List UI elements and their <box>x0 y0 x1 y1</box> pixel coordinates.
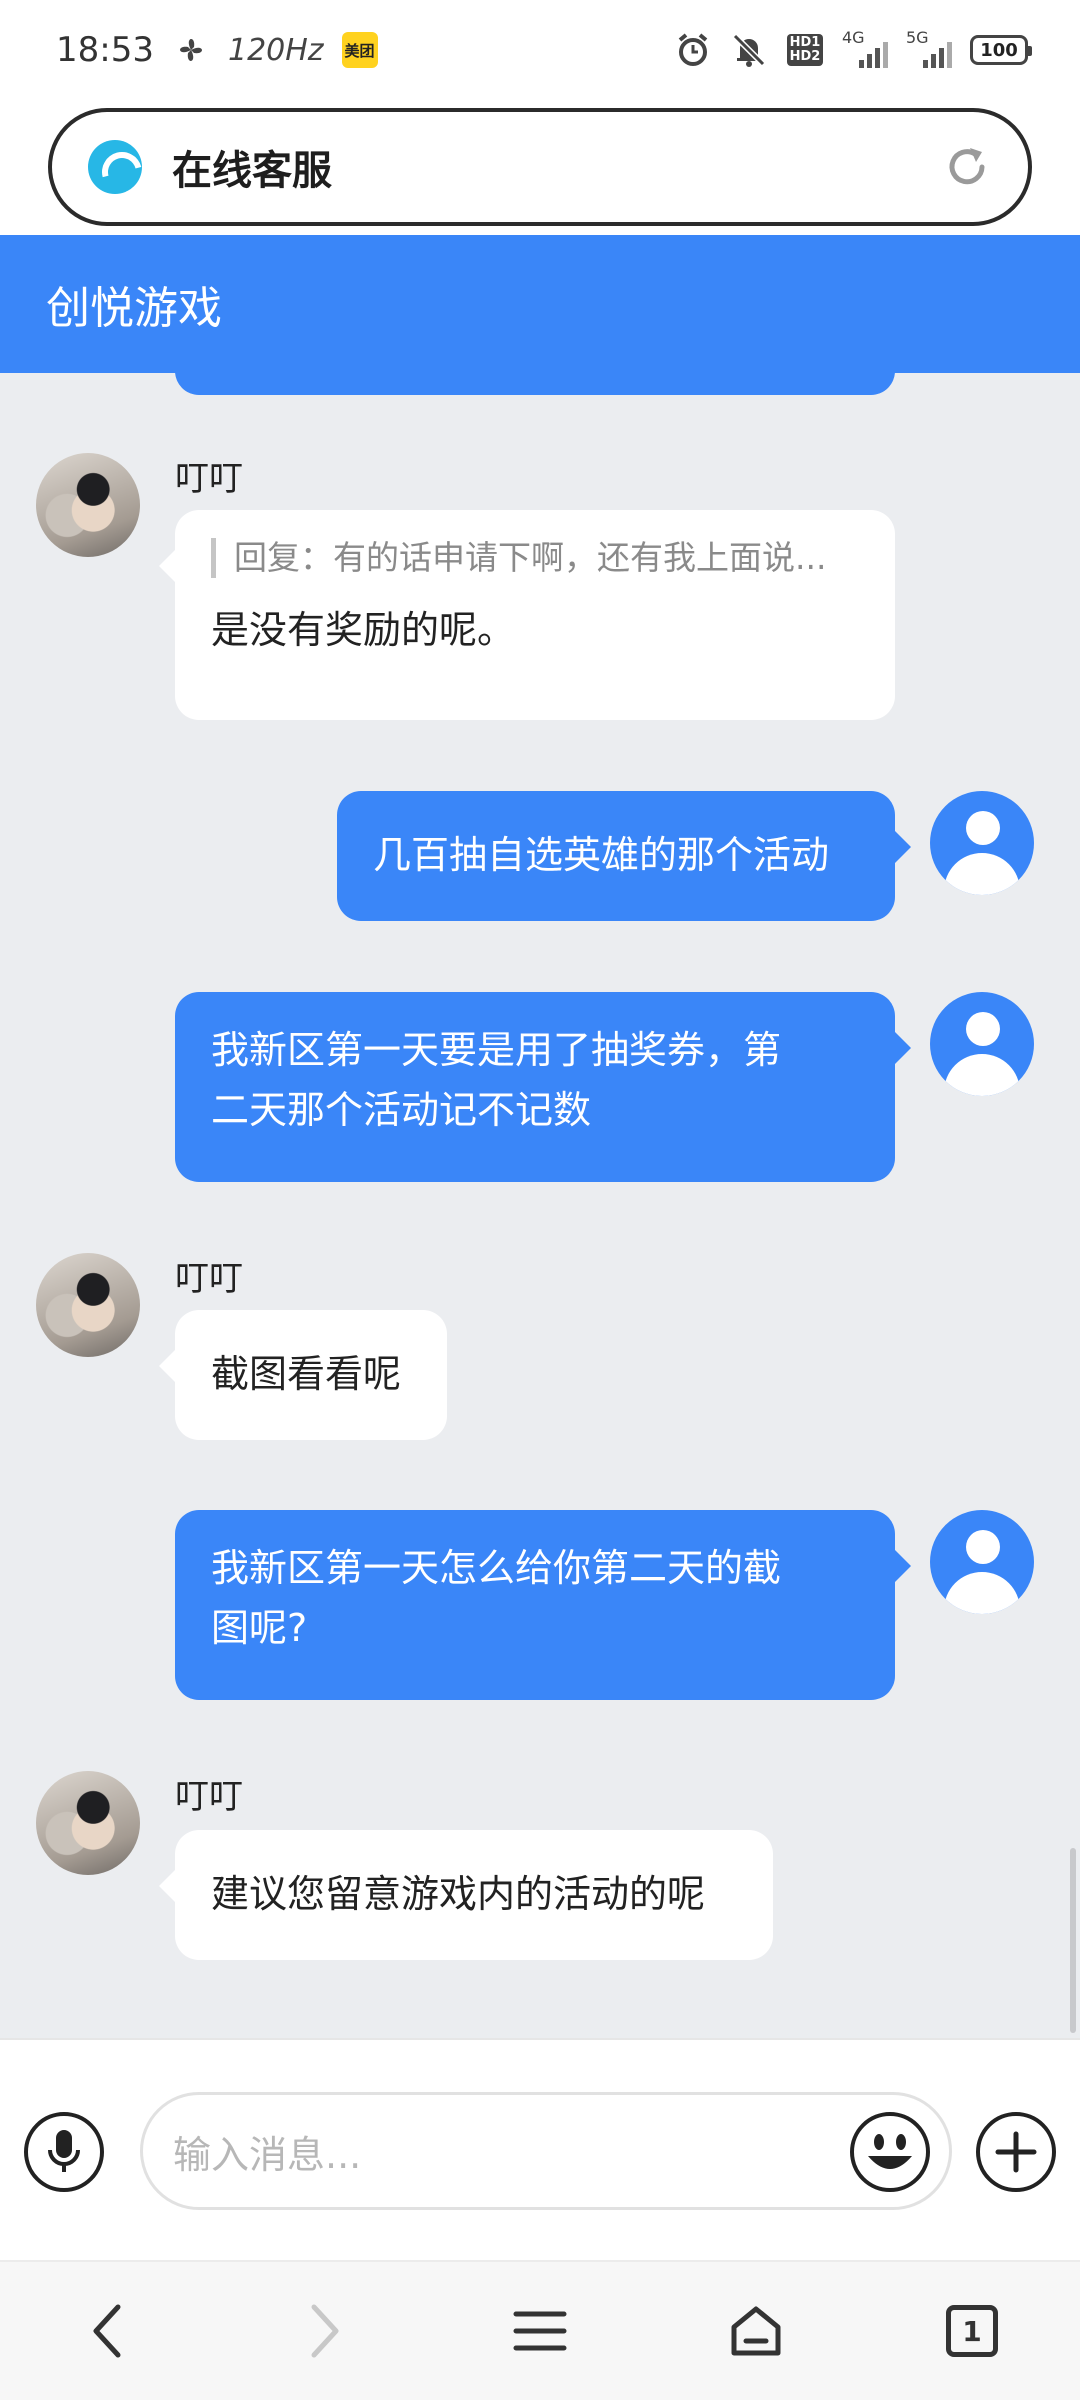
user-avatar[interactable] <box>930 791 1034 895</box>
message-text-line: 二天那个活动记不记数 <box>211 1088 592 1132</box>
forward-arrow-icon <box>311 2304 339 2358</box>
chat-message-list[interactable]: 叮叮 回复：有的话申请下啊，还有我上面说... 是没有奖励的呢。 几百抽自选英雄… <box>0 373 1080 2038</box>
status-bar: 18:53 120Hz 美团 HD1 HD2 4G 5G 100 <box>0 0 1080 100</box>
smiley-icon <box>868 2134 912 2169</box>
message-text: 建议您留意游戏内的活动的呢 <box>211 1872 706 1916</box>
message-bubble[interactable]: 截图看看呢 <box>159 1310 447 1440</box>
tab-count: 1 <box>946 2305 998 2357</box>
message-bubble[interactable]: 建议您留意游戏内的活动的呢 <box>159 1830 773 1960</box>
scrollbar[interactable] <box>1070 1848 1076 2033</box>
mute-bell-icon <box>730 31 768 69</box>
message-bubble[interactable]: 我新区第一天要是用了抽奖券，第 二天那个活动记不记数 <box>175 992 911 1182</box>
sender-name: 叮叮 <box>175 459 243 499</box>
signal-5g-icon: 5G <box>906 28 952 70</box>
browser-toolbar: 在线客服 <box>0 100 1080 235</box>
message-text-line: 我新区第一天要是用了抽奖券，第 <box>211 1028 782 1072</box>
message-bubble[interactable]: 我新区第一天怎么给你第二天的截 图呢? <box>175 1510 911 1700</box>
agent-avatar[interactable] <box>36 1253 140 1357</box>
plus-icon <box>995 2131 1037 2173</box>
message-text: 几百抽自选英雄的那个活动 <box>373 833 830 877</box>
refresh-icon[interactable] <box>942 142 992 192</box>
battery-icon: 100 <box>970 35 1032 65</box>
home-icon <box>731 2306 781 2356</box>
meituan-icon: 美团 <box>341 32 378 68</box>
message-text: 截图看看呢 <box>211 1352 402 1396</box>
tabs-button[interactable]: 1 <box>927 2286 1017 2376</box>
home-button[interactable] <box>711 2286 801 2376</box>
header-title: 创悦游戏 <box>46 283 222 334</box>
sender-name: 叮叮 <box>175 1259 243 1299</box>
refresh-rate: 120Hz <box>227 32 324 68</box>
forward-button[interactable] <box>279 2286 369 2376</box>
message-text-line: 图呢? <box>211 1606 308 1650</box>
voice-input-button[interactable] <box>24 2112 104 2192</box>
reply-quote: 回复：有的话申请下啊，还有我上面说... <box>211 538 859 578</box>
message-bubble[interactable]: 回复：有的话申请下啊，还有我上面说... 是没有奖励的呢。 <box>159 510 895 720</box>
message-input[interactable]: 输入消息... <box>140 2092 952 2210</box>
menu-button[interactable] <box>495 2286 585 2376</box>
emoji-button[interactable] <box>850 2112 930 2192</box>
hd-icon: HD1 HD2 <box>786 31 824 69</box>
user-avatar[interactable] <box>930 1510 1034 1614</box>
back-button[interactable] <box>63 2286 153 2376</box>
site-logo-icon <box>88 140 142 194</box>
input-placeholder: 输入消息... <box>173 2132 362 2177</box>
chat-header: 创悦游戏 <box>0 235 1080 373</box>
partial-message-bubble <box>175 373 895 395</box>
clock: 18:53 <box>56 30 154 70</box>
fan-icon <box>172 31 210 69</box>
back-arrow-icon <box>93 2304 121 2358</box>
page-title: 在线客服 <box>172 148 332 194</box>
message-bubble[interactable]: 几百抽自选英雄的那个活动 <box>337 791 911 921</box>
menu-icon <box>513 2311 567 2351</box>
address-bar[interactable]: 在线客服 <box>48 108 1032 226</box>
user-avatar[interactable] <box>930 992 1034 1096</box>
sender-name: 叮叮 <box>175 1777 243 1817</box>
browser-bottom-nav: 1 <box>0 2260 1080 2400</box>
message-text: 是没有奖励的呢。 <box>211 608 516 652</box>
message-text-line: 我新区第一天怎么给你第二天的截 <box>211 1546 782 1590</box>
microphone-icon <box>48 2130 80 2172</box>
add-attachment-button[interactable] <box>976 2112 1056 2192</box>
agent-avatar[interactable] <box>36 1771 140 1875</box>
message-input-bar: 输入消息... <box>0 2038 1080 2260</box>
agent-avatar[interactable] <box>36 453 140 557</box>
alarm-icon <box>674 31 712 69</box>
signal-4g-icon: 4G <box>842 28 888 70</box>
